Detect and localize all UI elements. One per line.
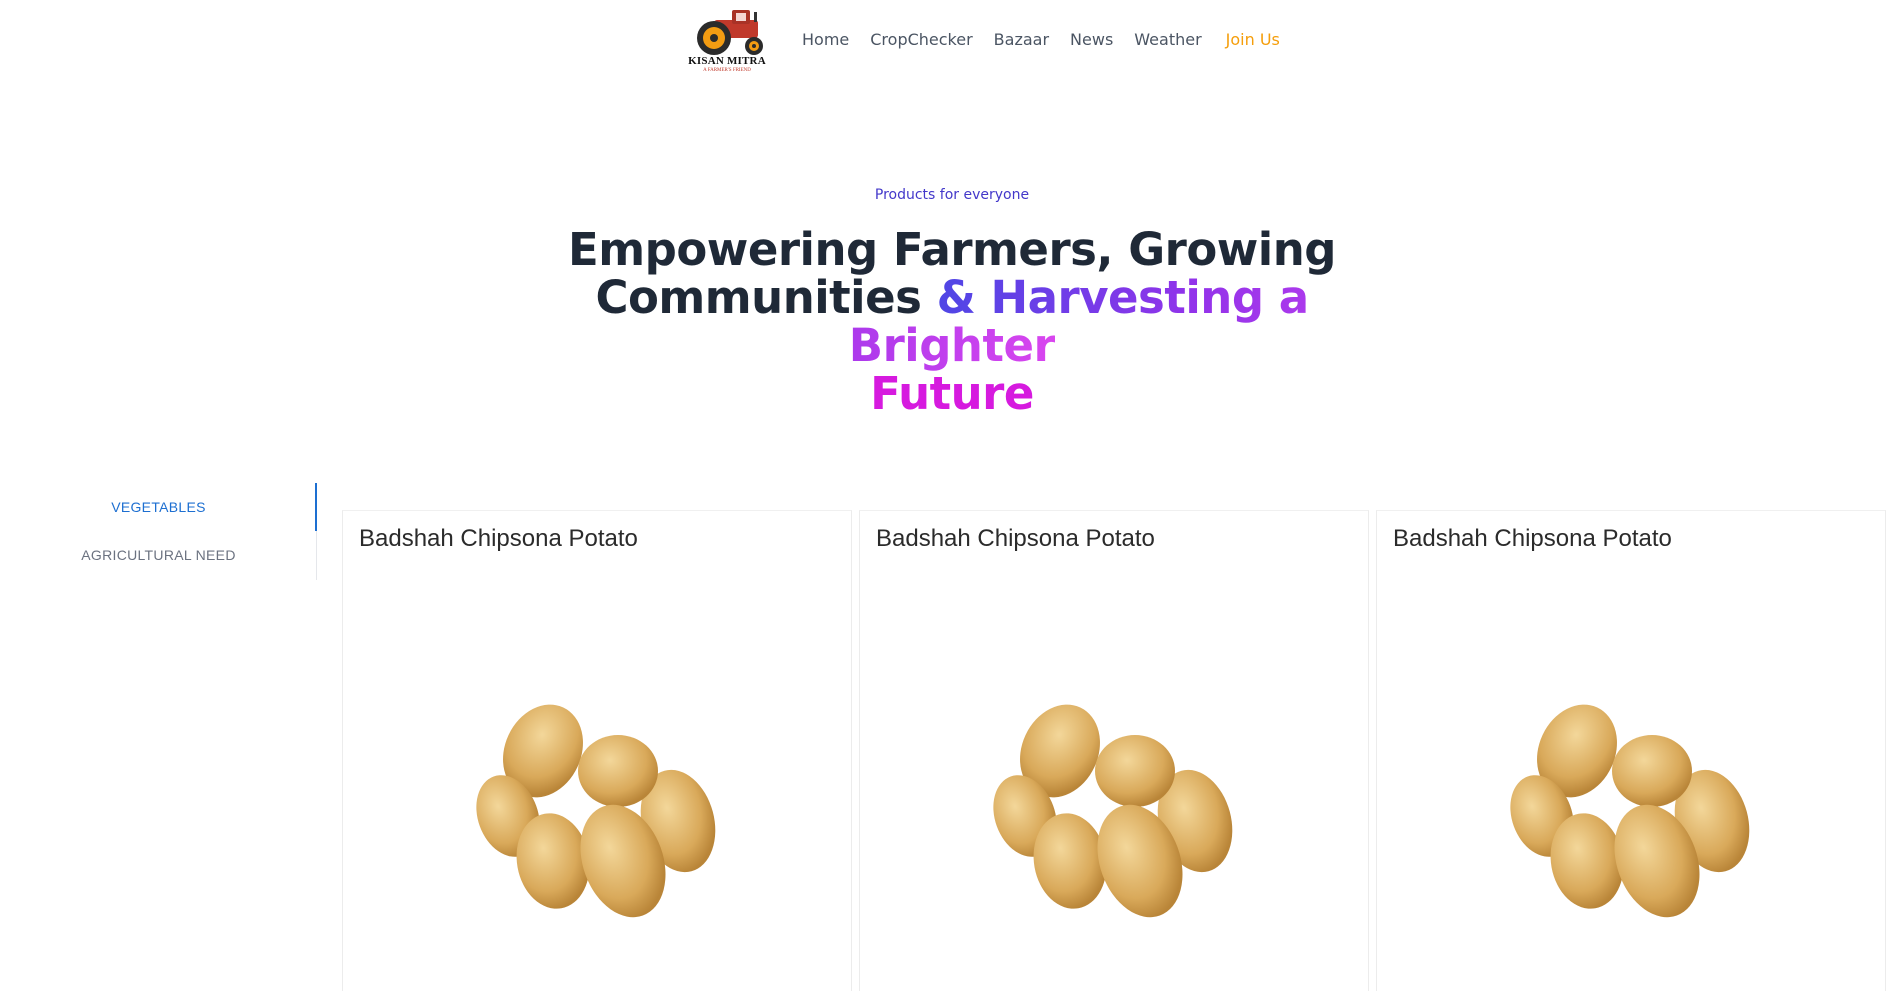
potato-image: [476, 704, 716, 918]
sidebar-item-agricultural-need[interactable]: AGRICULTURAL NEED: [0, 531, 317, 579]
brand-name: KISAN MITRA: [688, 55, 766, 67]
potato-image: [993, 704, 1233, 918]
nav-news[interactable]: News: [1070, 30, 1113, 49]
tractor-icon: [697, 10, 763, 55]
site-header: KISAN MITRA A FARMER'S FRIEND Home CropC…: [0, 0, 1896, 90]
product-card[interactable]: Badshah Chipsona Potato: [1376, 510, 1886, 991]
join-us-link[interactable]: Join Us: [1226, 30, 1280, 49]
hero-heading: Empowering Farmers, Growing Communities …: [500, 226, 1404, 418]
product-card[interactable]: Badshah Chipsona Potato: [342, 510, 852, 991]
hero-line-3-highlight: Future: [870, 367, 1034, 420]
hero-eyebrow: Products for everyone: [874, 187, 1030, 203]
nav-home[interactable]: Home: [802, 30, 849, 49]
kisan-mitra-logo[interactable]: KISAN MITRA A FARMER'S FRIEND: [684, 8, 770, 76]
product-title: Badshah Chipsona Potato: [876, 525, 1155, 552]
hero-line-1: Empowering Farmers, Growing: [568, 223, 1336, 276]
product-card[interactable]: Badshah Chipsona Potato: [859, 510, 1369, 991]
nav-bazaar[interactable]: Bazaar: [994, 30, 1049, 49]
product-title: Badshah Chipsona Potato: [1393, 525, 1672, 552]
potato-image: [1510, 704, 1750, 918]
sidebar-item-vegetables[interactable]: VEGETABLES: [0, 483, 317, 531]
nav-cropchecker[interactable]: CropChecker: [870, 30, 972, 49]
main-nav: Home CropChecker Bazaar News Weather Joi…: [802, 30, 1301, 49]
hero-line-2-plain: Communities: [595, 271, 922, 324]
category-sidebar: VEGETABLES AGRICULTURAL NEED: [0, 483, 317, 579]
product-title: Badshah Chipsona Potato: [359, 525, 638, 552]
nav-weather[interactable]: Weather: [1134, 30, 1201, 49]
brand-tagline: A FARMER'S FRIEND: [703, 68, 751, 73]
